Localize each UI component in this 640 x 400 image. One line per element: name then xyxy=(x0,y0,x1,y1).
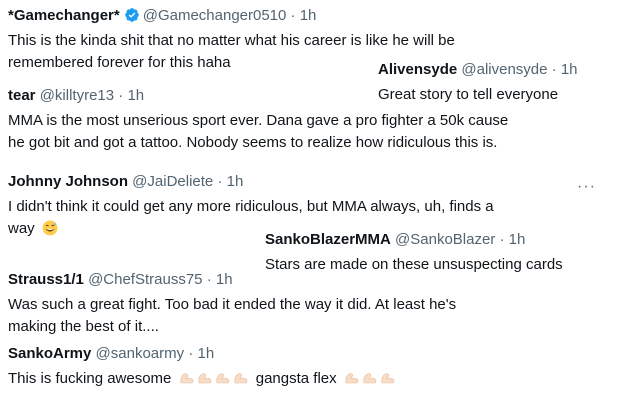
reply-post-strauss[interactable]: Strauss1/1 @ChefStrauss75 · 1h Was such … xyxy=(8,270,456,338)
author-handle[interactable]: @JaiDeliete xyxy=(132,173,213,190)
flexed-biceps-emoji xyxy=(234,373,247,384)
timestamp[interactable]: 1h xyxy=(197,345,214,362)
author-name[interactable]: tear xyxy=(8,87,36,104)
author-name[interactable]: Johnny Johnson xyxy=(8,173,128,190)
timestamp[interactable]: 1h xyxy=(227,173,244,190)
flexed-biceps-emoji xyxy=(180,373,193,384)
timestamp[interactable]: 1h xyxy=(216,271,233,288)
post-text: Was such a great fight. Too bad it ended… xyxy=(8,296,457,335)
more-options-icon[interactable]: ··· xyxy=(577,178,596,196)
post-text: This is fucking awesome gangsta flex xyxy=(8,368,397,390)
author-handle[interactable]: @alivensyde xyxy=(461,61,547,78)
post-header: SankoArmy @sankoarmy · 1h xyxy=(8,344,397,364)
separator-dot: · xyxy=(188,345,194,362)
author-name[interactable]: SankoArmy xyxy=(8,345,91,362)
separator-dot: · xyxy=(551,61,557,78)
timestamp[interactable]: 1h xyxy=(509,231,526,248)
separator-dot: · xyxy=(499,231,505,248)
timestamp[interactable]: 1h xyxy=(127,87,144,104)
separator-dot: · xyxy=(217,173,223,190)
post-header: *Gamechanger* @Gamechanger0510 · 1h xyxy=(8,6,455,26)
separator-dot: · xyxy=(118,87,124,104)
author-name[interactable]: Strauss1/1 xyxy=(8,271,84,288)
author-handle[interactable]: @sankoarmy xyxy=(96,345,185,362)
flexed-biceps-emoji xyxy=(216,373,229,384)
flexed-biceps-emoji xyxy=(198,373,211,384)
timestamp[interactable]: 1h xyxy=(561,61,578,78)
author-name[interactable]: Alivensyde xyxy=(378,61,457,78)
flexed-biceps-emoji xyxy=(381,373,395,384)
post-header: Johnny Johnson @JaiDeliete · 1h xyxy=(8,172,494,192)
author-name[interactable]: *Gamechanger* xyxy=(8,7,120,24)
author-handle[interactable]: @killtyre13 xyxy=(40,87,114,104)
post-text: MMA is the most unserious sport ever. Da… xyxy=(8,112,509,151)
author-handle[interactable]: @SankoBlazer xyxy=(395,231,495,248)
flexed-biceps-emoji xyxy=(345,373,359,384)
reply-post-tear[interactable]: tear @killtyre13 · 1h MMA is the most un… xyxy=(8,86,508,154)
post-header: SankoBlazerMMA @SankoBlazer · 1h xyxy=(265,230,563,250)
flexed-biceps-emoji-group xyxy=(178,370,254,387)
post-header: Alivensyde @alivensyde · 1h xyxy=(378,60,578,80)
author-handle[interactable]: @Gamechanger0510 xyxy=(143,7,287,24)
verified-badge-icon xyxy=(124,8,139,22)
post-header: tear @killtyre13 · 1h xyxy=(8,86,508,106)
flexed-biceps-emoji xyxy=(363,373,377,384)
author-handle[interactable]: @ChefStrauss75 xyxy=(88,271,202,288)
author-name[interactable]: SankoBlazerMMA xyxy=(265,231,391,248)
flexed-biceps-emoji-group xyxy=(343,370,397,387)
separator-dot: · xyxy=(206,271,212,288)
timestamp[interactable]: 1h xyxy=(300,7,317,24)
post-header: Strauss1/1 @ChefStrauss75 · 1h xyxy=(8,270,456,290)
reply-post-sankoarmy[interactable]: SankoArmy @sankoarmy · 1h This is fuckin… xyxy=(8,344,397,390)
grinning-sweat-emoji xyxy=(42,220,58,236)
separator-dot: · xyxy=(290,7,296,24)
